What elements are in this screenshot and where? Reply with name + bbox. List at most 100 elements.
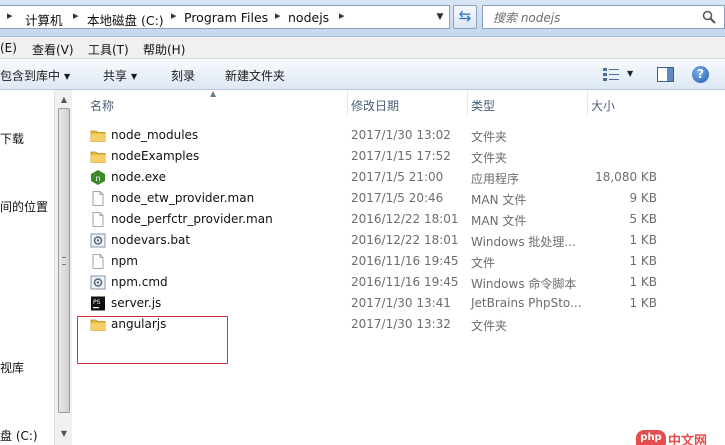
file-name: node_etw_provider.man — [111, 191, 255, 205]
file-name: npm — [111, 254, 138, 268]
address-history-dropdown-icon[interactable]: ▼ — [431, 7, 449, 27]
include-in-library-button[interactable]: 包含到库中 ▼ — [0, 67, 70, 84]
file-row[interactable]: PS server.js 2017/1/30 13:41 JetBrains PhpS… — [73, 293, 725, 314]
file-type: Windows 命令脚本 — [471, 277, 577, 291]
file-row[interactable]: n node.exe 2017/1/5 21:00 应用程序 18,080 KB — [73, 167, 725, 188]
breadcrumb-program-files[interactable]: Program Files — [184, 10, 268, 25]
file-size: 1 KB — [629, 275, 657, 289]
file-modified-date: 2016/12/22 18:01 — [351, 212, 459, 226]
column-header-name-label: 名称 — [90, 99, 115, 113]
file-icon — [90, 254, 106, 269]
breadcrumb-chevron-icon[interactable]: ▸ — [339, 9, 345, 22]
nav-item-downloads[interactable]: 下载 — [0, 130, 24, 147]
file-name: node_perfctr_provider.man — [111, 212, 273, 226]
file-modified-date: 2017/1/30 13:32 — [351, 317, 451, 331]
watermark-badge: php — [636, 430, 666, 445]
refresh-button[interactable]: ⇆ — [453, 5, 477, 29]
file-size: 18,080 KB — [595, 170, 657, 184]
column-header-date[interactable]: 修改日期 — [351, 90, 468, 116]
annotation-highlight-box — [77, 316, 228, 364]
search-input[interactable] — [493, 9, 693, 26]
file-row[interactable]: node_perfctr_provider.man 2016/12/22 18:0… — [73, 209, 725, 230]
dropdown-arrow-icon: ▼ — [131, 72, 138, 81]
folder-icon — [90, 149, 106, 164]
breadcrumb-chevron-icon[interactable]: ▸ — [275, 9, 281, 22]
refresh-icon: ⇆ — [458, 7, 472, 25]
breadcrumb-chevron-icon[interactable]: ▸ — [7, 9, 13, 22]
file-modified-date: 2017/1/15 17:52 — [351, 149, 451, 163]
file-type: 文件夹 — [471, 130, 508, 144]
file-type: JetBrains PhpSto... — [471, 296, 582, 310]
scroll-up-icon[interactable]: ▲ — [57, 92, 71, 108]
column-header-date-label: 修改日期 — [351, 99, 400, 113]
file-modified-date: 2017/1/30 13:41 — [351, 296, 451, 310]
column-header-size-label: 大小 — [591, 99, 616, 113]
nav-item-recent-places[interactable]: 间的位置 — [0, 198, 48, 215]
file-name: server.js — [111, 296, 162, 310]
file-row[interactable]: npm 2016/11/16 19:45 文件 1 KB — [73, 251, 725, 272]
watermark-logo: php 中文网 — [636, 430, 707, 445]
address-bar[interactable]: ▸ 计算机 ▸ 本地磁盘 (C:) ▸ Program Files ▸ node… — [0, 5, 450, 29]
file-row[interactable]: npm.cmd 2016/11/16 19:45 Windows 命令脚本 1 KB — [73, 272, 725, 293]
dropdown-arrow-icon: ▼ — [64, 72, 71, 81]
file-name: npm.cmd — [111, 275, 168, 289]
column-header-type[interactable]: 类型 — [471, 90, 588, 116]
file-name: node_modules — [111, 128, 199, 142]
svg-text:n: n — [95, 174, 100, 183]
new-folder-button[interactable]: 新建文件夹 — [225, 67, 285, 84]
menu-bar: (E) 查看(V) 工具(T) 帮助(H) — [0, 37, 725, 59]
burn-button[interactable]: 刻录 — [171, 67, 195, 84]
file-row[interactable]: nodevars.bat 2016/12/22 18:01 Windows 批处理.… — [73, 230, 725, 251]
file-type: Windows 批处理... — [471, 235, 576, 249]
menu-tools[interactable]: 工具(T) — [88, 41, 129, 58]
watermark-text: 中文网 — [668, 434, 708, 445]
file-modified-date: 2017/1/5 21:00 — [351, 170, 444, 184]
file-type: MAN 文件 — [471, 214, 527, 228]
column-header-size[interactable]: 大小 — [591, 90, 661, 116]
help-icon[interactable]: ? — [692, 66, 709, 83]
menu-help[interactable]: 帮助(H) — [143, 41, 185, 58]
breadcrumb-local-disk[interactable]: 本地磁盘 (C:) — [87, 10, 164, 29]
breadcrumb-chevron-icon[interactable]: ▸ — [171, 9, 177, 22]
svg-text:PS: PS — [93, 299, 101, 306]
view-dropdown-icon[interactable]: ▼ — [627, 69, 633, 78]
column-header-type-label: 类型 — [471, 99, 496, 113]
node-exe-icon: n — [90, 170, 106, 185]
file-modified-date: 2016/11/16 19:45 — [351, 254, 459, 268]
breadcrumb-chevron-icon[interactable]: ▸ — [73, 9, 79, 22]
share-label: 共享 — [103, 69, 128, 83]
file-icon — [90, 212, 106, 227]
navigation-scrollbar[interactable]: ▲ ▼ — [54, 90, 72, 445]
file-modified-date: 2016/11/16 19:45 — [351, 275, 459, 289]
scrollbar-thumb[interactable] — [58, 108, 70, 413]
breadcrumb-nodejs[interactable]: nodejs — [288, 10, 329, 25]
file-row[interactable]: node_etw_provider.man 2017/1/5 20:46 MAN 文… — [73, 188, 725, 209]
column-header-name[interactable]: 名称 — [90, 90, 348, 116]
breadcrumb-computer[interactable]: 计算机 — [25, 10, 63, 29]
view-options-icon[interactable] — [603, 68, 619, 81]
scroll-down-icon[interactable]: ▼ — [57, 427, 71, 441]
phpstorm-js-icon: PS — [90, 296, 106, 311]
menu-view[interactable]: 查看(V) — [32, 41, 74, 58]
menu-edit[interactable]: (E) — [0, 41, 17, 55]
file-modified-date: 2017/1/30 13:02 — [351, 128, 451, 142]
file-row[interactable]: nodeExamples 2017/1/15 17:52 文件夹 — [73, 146, 725, 167]
file-list: ▲ 名称 修改日期 类型 大小 node_modules 2017/1/30 13… — [73, 89, 725, 445]
file-name: nodevars.bat — [111, 233, 191, 247]
preview-pane-icon[interactable] — [657, 67, 674, 82]
file-modified-date: 2017/1/5 20:46 — [351, 191, 444, 205]
include-in-library-label: 包含到库中 — [0, 69, 61, 83]
share-button[interactable]: 共享 ▼ — [103, 67, 137, 84]
file-row[interactable]: node_modules 2017/1/30 13:02 文件夹 — [73, 125, 725, 146]
search-box[interactable] — [482, 5, 725, 29]
search-icon[interactable] — [702, 10, 716, 24]
file-size: 1 KB — [629, 233, 657, 247]
folder-icon — [90, 128, 106, 143]
file-type: 文件夹 — [471, 319, 508, 333]
batch-icon — [90, 275, 106, 290]
batch-icon — [90, 233, 106, 248]
nav-item-local-disk-c[interactable]: 盘 (C:) — [0, 427, 38, 444]
nav-item-video-library[interactable]: 视库 — [0, 359, 24, 376]
file-name: nodeExamples — [111, 149, 200, 163]
file-size: 9 KB — [629, 191, 657, 205]
